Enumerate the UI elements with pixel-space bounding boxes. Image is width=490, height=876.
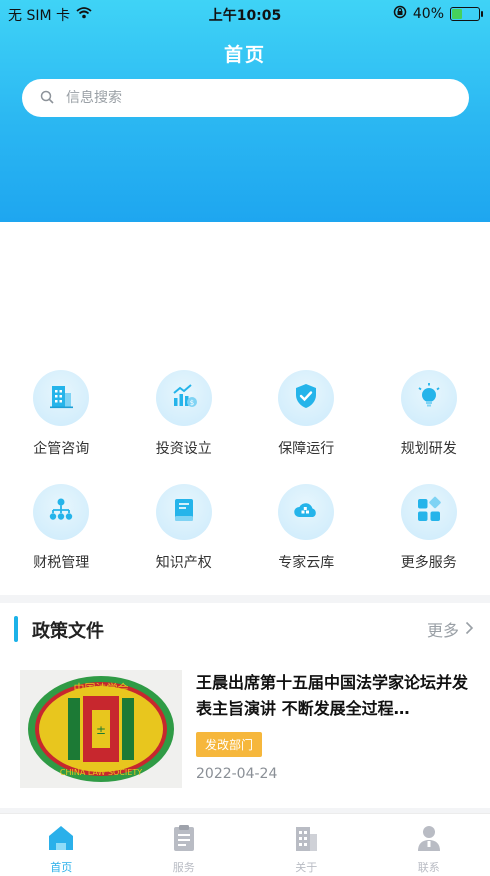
article-date: 2022-04-24 xyxy=(196,766,278,782)
service-label: 知识产权 xyxy=(155,555,212,571)
search-bar[interactable] xyxy=(22,79,469,117)
apps-grid-icon xyxy=(414,495,444,529)
policy-section: 政策文件 更多 ± 中国法学会 CHINA LAW SOCIETY 王晨出席第十… xyxy=(0,603,490,808)
service-label: 财税管理 xyxy=(33,555,90,571)
tab-label: 首页 xyxy=(50,861,73,874)
section-title: 政策文件 xyxy=(32,621,104,642)
tab-about[interactable]: 关于 xyxy=(245,814,368,876)
battery-icon xyxy=(450,7,483,21)
page-title: 首页 xyxy=(223,44,266,66)
service-label: 保障运行 xyxy=(278,441,335,457)
chevron-right-icon xyxy=(465,620,474,639)
rotation-lock-icon xyxy=(393,5,407,23)
header-background: 无 SIM 卡 上午10:05 40% 首页 xyxy=(0,0,490,222)
service-item[interactable]: 规划研发 xyxy=(368,370,490,458)
book-icon xyxy=(169,495,199,529)
tab-label: 服务 xyxy=(172,861,195,874)
person-icon xyxy=(414,824,444,856)
article-tag: 发改部门 xyxy=(196,732,263,757)
service-item[interactable]: 专家云库 xyxy=(245,484,368,572)
service-label: 投资设立 xyxy=(155,441,212,457)
office-building-icon xyxy=(291,824,321,856)
clipboard-icon xyxy=(169,824,199,856)
tab-contact[interactable]: 联系 xyxy=(368,814,490,876)
org-chart-icon xyxy=(46,495,76,529)
service-item[interactable]: 保障运行 xyxy=(245,370,368,458)
service-label: 规划研发 xyxy=(400,441,457,457)
service-item[interactable]: 企管咨询 xyxy=(0,370,123,458)
logo-bottom-text: CHINA LAW SOCIETY xyxy=(60,768,142,777)
china-law-society-logo: ± 中国法学会 CHINA LAW SOCIETY xyxy=(28,676,174,782)
lightbulb-icon xyxy=(414,381,444,415)
service-item[interactable]: $ 投资设立 xyxy=(123,370,246,458)
section-accent-bar xyxy=(14,616,18,642)
service-item[interactable]: 财税管理 xyxy=(0,484,123,572)
search-input[interactable] xyxy=(66,90,426,106)
growth-chart-icon: $ xyxy=(169,381,199,415)
service-label: 企管咨询 xyxy=(33,441,90,457)
more-link[interactable]: 更多 xyxy=(427,617,474,641)
bottom-tab-bar: 首页 服务 关于 联系 xyxy=(0,813,490,876)
article-item[interactable]: ± 中国法学会 CHINA LAW SOCIETY 王晨出席第十五届中国法学家论… xyxy=(20,670,470,790)
svg-text:±: ± xyxy=(96,723,106,737)
article-thumbnail: ± 中国法学会 CHINA LAW SOCIETY xyxy=(20,670,182,788)
home-icon xyxy=(46,824,76,856)
shield-check-icon xyxy=(291,381,321,415)
search-icon xyxy=(40,89,54,108)
service-grid: 企管咨询 $ 投资设立 保障运行 规划研发 财税管理 知识产权 专家云库 更多服… xyxy=(0,370,490,572)
status-bar: 无 SIM 卡 上午10:05 40% xyxy=(0,0,490,28)
service-item[interactable]: 知识产权 xyxy=(123,484,246,572)
tab-services[interactable]: 服务 xyxy=(123,814,246,876)
article-title: 王晨出席第十五届中国法学家论坛并发表主旨演讲 不断发展全过程… xyxy=(196,673,469,718)
svg-text:$: $ xyxy=(190,399,194,407)
cloud-icon xyxy=(291,495,321,529)
tab-home[interactable]: 首页 xyxy=(0,814,123,876)
battery-percent: 40% xyxy=(412,6,444,22)
service-label: 更多服务 xyxy=(400,555,457,571)
more-label: 更多 xyxy=(426,621,459,640)
logo-top-text: 中国法学会 xyxy=(74,681,129,695)
tab-label: 联系 xyxy=(417,861,440,874)
service-label: 专家云库 xyxy=(278,555,335,571)
building-icon xyxy=(46,381,76,415)
service-item[interactable]: 更多服务 xyxy=(368,484,490,572)
tab-label: 关于 xyxy=(295,861,318,874)
